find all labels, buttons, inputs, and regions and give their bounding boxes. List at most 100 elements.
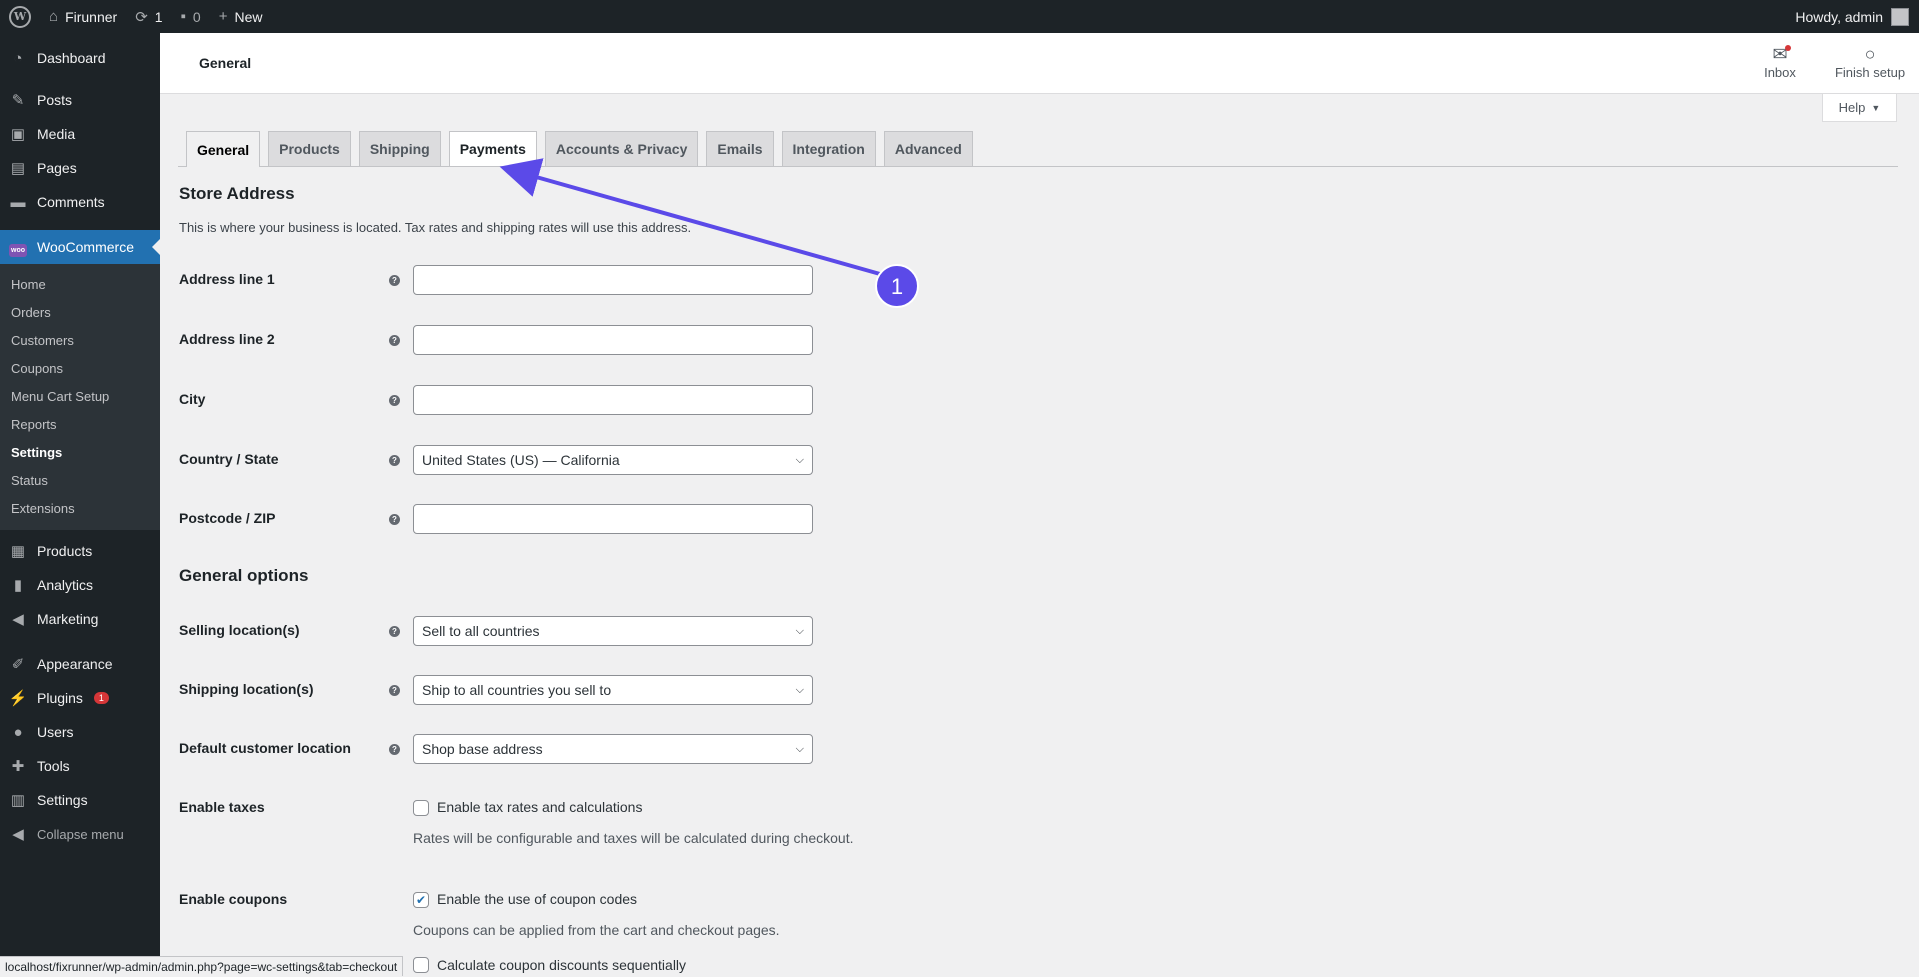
page-icon: ▤ bbox=[10, 160, 26, 177]
city-input[interactable] bbox=[413, 385, 813, 415]
comment-icon: ▬ bbox=[10, 193, 26, 211]
help-tip-icon[interactable]: ? bbox=[389, 395, 400, 406]
help-tip-icon[interactable]: ? bbox=[389, 626, 400, 637]
tab-general[interactable]: General bbox=[186, 131, 261, 167]
collapse-icon: ◀ bbox=[12, 826, 24, 843]
admin-sidebar: ◔ Dashboard ✎ Posts ▣ Media ▤ Pages ▬ Comment… bbox=[0, 33, 160, 976]
enable-coupons-checkbox-label[interactable]: Enable the use of coupon codes bbox=[437, 891, 637, 907]
tab-payments[interactable]: Payments bbox=[448, 131, 537, 166]
plugin-icon: ⚡ bbox=[8, 690, 28, 707]
menu-plugins[interactable]: ⚡ Plugins 1 bbox=[0, 681, 160, 715]
finish-setup-button[interactable]: ○ Finish setup bbox=[1830, 43, 1910, 80]
help-tip-icon[interactable]: ? bbox=[389, 335, 400, 346]
annotation-step-badge bbox=[875, 264, 919, 308]
address1-label: Address line 1 bbox=[179, 271, 275, 287]
sequential-coupons-checkbox[interactable] bbox=[413, 957, 429, 973]
help-tip-icon[interactable]: ? bbox=[389, 275, 400, 286]
help-tip-icon[interactable]: ? bbox=[389, 685, 400, 696]
tab-integration[interactable]: Integration bbox=[781, 131, 876, 166]
submenu-menu-cart-setup[interactable]: Menu Cart Setup bbox=[0, 383, 160, 411]
menu-posts[interactable]: ✎ Posts bbox=[0, 83, 160, 117]
chevron-down-icon: ⌵ bbox=[795, 742, 804, 755]
default-location-label: Default customer location bbox=[179, 740, 351, 756]
menu-comments[interactable]: ▬ Comments bbox=[0, 185, 160, 219]
wp-logo-menu[interactable]: W bbox=[0, 0, 40, 33]
site-name-link[interactable]: ⌂ Firunner bbox=[40, 0, 126, 33]
enable-coupons-label: Enable coupons bbox=[179, 891, 288, 907]
settings-icon: ▥ bbox=[10, 792, 26, 809]
city-label: City bbox=[179, 391, 206, 407]
shipping-locations-label: Shipping location(s) bbox=[179, 681, 314, 697]
brush-icon: ✐ bbox=[11, 656, 25, 673]
updates-link[interactable]: ⟳ 1 bbox=[126, 0, 171, 33]
selling-locations-label: Selling location(s) bbox=[179, 622, 300, 638]
general-options-heading: General options bbox=[179, 566, 309, 585]
menu-pages[interactable]: ▤ Pages bbox=[0, 151, 160, 185]
menu-media[interactable]: ▣ Media bbox=[0, 117, 160, 151]
dashboard-icon: ◔ bbox=[13, 49, 23, 67]
menu-users[interactable]: ● Users bbox=[0, 715, 160, 749]
plus-icon: + bbox=[218, 8, 228, 25]
submenu-extensions[interactable]: Extensions bbox=[0, 495, 160, 523]
refresh-icon: ⟳ bbox=[135, 8, 148, 26]
inbox-button[interactable]: ✉ Inbox bbox=[1760, 43, 1800, 80]
tab-accounts-privacy[interactable]: Accounts & Privacy bbox=[544, 131, 699, 166]
enable-coupons-checkbox[interactable]: ✔ bbox=[413, 892, 429, 908]
postcode-input[interactable] bbox=[413, 504, 813, 534]
country-select[interactable]: United States (US) — California ⌵ bbox=[413, 445, 813, 475]
country-label: Country / State bbox=[179, 451, 279, 467]
submenu-settings[interactable]: Settings bbox=[0, 439, 160, 467]
comment-bubble-icon: ▪ bbox=[180, 8, 186, 25]
help-tip-icon[interactable]: ? bbox=[389, 744, 400, 755]
tab-products[interactable]: Products bbox=[268, 131, 351, 166]
collapse-menu-button[interactable]: ◀ Collapse menu bbox=[0, 817, 160, 851]
address2-input[interactable] bbox=[413, 325, 813, 355]
woocommerce-header: General ✉ Inbox ○ Finish setup bbox=[160, 33, 1919, 94]
postcode-label: Postcode / ZIP bbox=[179, 510, 276, 526]
enable-taxes-checkbox-label[interactable]: Enable tax rates and calculations bbox=[437, 799, 642, 815]
submenu-home[interactable]: Home bbox=[0, 271, 160, 299]
menu-analytics[interactable]: ▮ Analytics bbox=[0, 568, 160, 602]
store-address-heading: Store Address bbox=[179, 184, 295, 203]
new-content-link[interactable]: + New bbox=[210, 0, 272, 33]
enable-taxes-checkbox[interactable] bbox=[413, 800, 429, 816]
menu-tools[interactable]: ✚ Tools bbox=[0, 749, 160, 783]
address1-input[interactable] bbox=[413, 265, 813, 295]
annotation-step-number: 1 bbox=[891, 274, 903, 299]
help-tab-button[interactable]: Help ▼ bbox=[1822, 94, 1897, 122]
wordpress-logo-icon: W bbox=[9, 5, 31, 28]
page-title: General bbox=[199, 55, 252, 71]
submenu-reports[interactable]: Reports bbox=[0, 411, 160, 439]
tab-advanced[interactable]: Advanced bbox=[883, 131, 973, 166]
default-location-select[interactable]: Shop base address ⌵ bbox=[413, 734, 813, 764]
sequential-coupons-checkbox-label[interactable]: Calculate coupon discounts sequentially bbox=[437, 957, 686, 973]
help-tip-icon[interactable]: ? bbox=[389, 514, 400, 525]
submenu-status[interactable]: Status bbox=[0, 467, 160, 495]
settings-tabs: General Products Shipping Payments Accou… bbox=[178, 131, 1898, 167]
bar-chart-icon: ▮ bbox=[13, 577, 23, 594]
submenu-coupons[interactable]: Coupons bbox=[0, 355, 160, 383]
submenu-orders[interactable]: Orders bbox=[0, 299, 160, 327]
admin-bar: W ⌂ Firunner ⟳ 1 ▪ 0 + New Howdy, admin bbox=[0, 0, 1919, 33]
my-account-menu[interactable]: Howdy, admin bbox=[1795, 7, 1919, 26]
help-tip-icon[interactable]: ? bbox=[389, 455, 400, 466]
tab-emails[interactable]: Emails bbox=[706, 131, 774, 166]
menu-products[interactable]: ▦ Products bbox=[0, 534, 160, 568]
shipping-locations-select[interactable]: Ship to all countries you sell to ⌵ bbox=[413, 675, 813, 705]
menu-dashboard[interactable]: ◔ Dashboard bbox=[0, 41, 160, 75]
progress-circle-icon: ○ bbox=[1864, 44, 1876, 64]
inbox-icon: ✉ bbox=[1760, 43, 1800, 65]
menu-appearance[interactable]: ✐ Appearance bbox=[0, 647, 160, 681]
address2-label: Address line 2 bbox=[179, 331, 275, 347]
chevron-down-icon: ⌵ bbox=[795, 683, 804, 696]
menu-woocommerce[interactable]: woo WooCommerce bbox=[0, 230, 160, 264]
menu-marketing[interactable]: ◀ Marketing bbox=[0, 602, 160, 636]
submenu-customers[interactable]: Customers bbox=[0, 327, 160, 355]
checkmark-icon: ✔ bbox=[415, 893, 427, 907]
comments-link[interactable]: ▪ 0 bbox=[172, 0, 210, 33]
tab-shipping[interactable]: Shipping bbox=[358, 131, 441, 166]
woocommerce-logo-icon: woo bbox=[9, 243, 27, 257]
menu-settings[interactable]: ▥ Settings bbox=[0, 783, 160, 817]
browser-status-url: localhost/fixrunner/wp-admin/admin.php?p… bbox=[0, 956, 404, 976]
selling-locations-select[interactable]: Sell to all countries ⌵ bbox=[413, 616, 813, 646]
